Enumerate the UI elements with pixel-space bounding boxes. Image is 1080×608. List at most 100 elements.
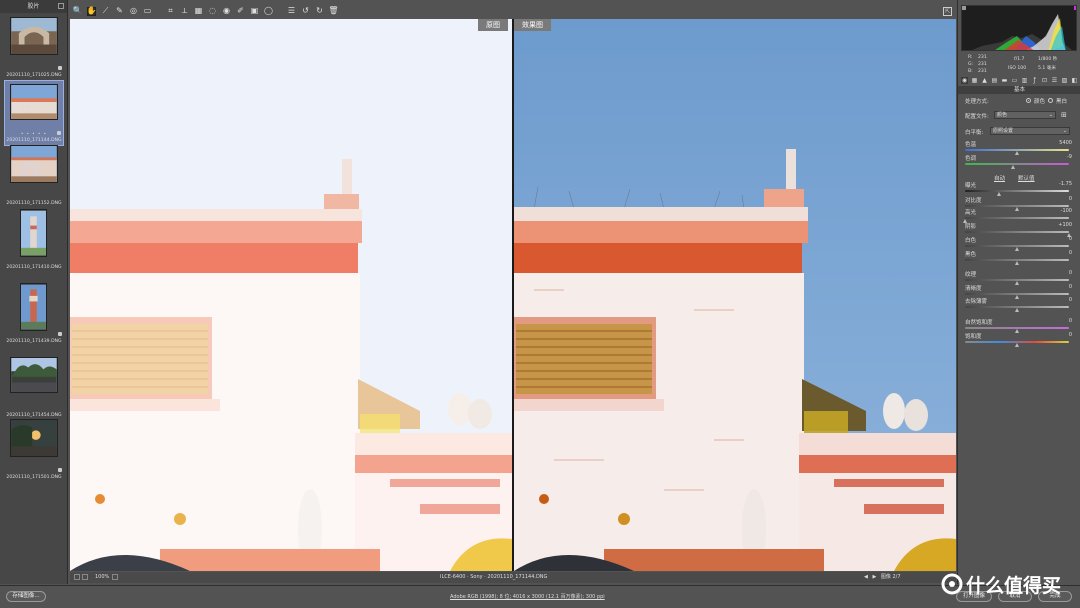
auto-button[interactable]: 自动 — [994, 174, 1005, 182]
before-label: 原图 — [478, 19, 508, 31]
filmstrip-item-selected[interactable]: ♡ • • • • • 20201110_171144.DNG — [4, 80, 64, 146]
slider-value[interactable]: 0 — [1052, 196, 1072, 202]
tab-hsl-icon[interactable]: ▤ — [991, 77, 998, 84]
zoom-out-icon[interactable] — [74, 574, 80, 580]
profile-value: 颜色 — [997, 112, 1008, 118]
camera-raw-window: 胶片 20201110_171025.DNG ♡ • • • • • 20201… — [0, 0, 1080, 608]
slider-handle[interactable] — [1014, 295, 1019, 299]
filmstrip-item[interactable]: 20201110_171501.DNG — [4, 416, 64, 482]
slider-handle[interactable] — [1014, 329, 1019, 333]
zoom-dropdown-icon[interactable] — [112, 574, 118, 580]
image-preview[interactable]: 原图 效果图 — [70, 19, 956, 571]
red-eye-icon[interactable]: ◉ — [222, 7, 231, 16]
fullscreen-toggle-icon[interactable]: ⇱ — [943, 7, 952, 16]
profile-dropdown[interactable]: 颜色 ⌄ — [994, 111, 1056, 119]
filmstrip-item[interactable]: 20201110_171410.DNG — [4, 206, 64, 272]
filmstrip-item[interactable]: 20201110_171454.DNG — [4, 354, 64, 420]
histogram-graph — [962, 6, 1076, 50]
slider-track[interactable] — [965, 231, 1069, 233]
radial-filter-icon[interactable]: ◯ — [264, 7, 273, 16]
slider-track[interactable] — [965, 163, 1069, 165]
slider-value[interactable]: 5400 — [1052, 140, 1072, 146]
tab-detail-icon[interactable]: ▲ — [981, 77, 988, 84]
filmstrip-item[interactable]: 20201110_171025.DNG — [4, 14, 64, 80]
slider-handle[interactable] — [1014, 151, 1019, 155]
slider-value[interactable]: 0 — [1052, 332, 1072, 338]
slider-value[interactable]: 0 — [1052, 297, 1072, 303]
slider-handle[interactable] — [1014, 281, 1019, 285]
filmstrip-item[interactable]: 20201110_171439.DNG — [4, 280, 64, 346]
slider-value[interactable]: -100 — [1052, 208, 1072, 214]
slider-handle[interactable] — [1014, 247, 1019, 251]
slider-handle[interactable] — [1014, 261, 1019, 265]
slider-track[interactable] — [965, 217, 1069, 219]
workflow-options-link[interactable]: Adobe RGB (1998); 8 位; 4016 x 3000 (12.1… — [450, 593, 605, 600]
slider-handle[interactable] — [1011, 165, 1016, 169]
tab-snapshots-icon[interactable]: ▧ — [1061, 77, 1068, 84]
slider-handle[interactable] — [1014, 343, 1019, 347]
filmstrip-menu-icon[interactable] — [58, 3, 64, 9]
slider-value[interactable]: 0 — [1052, 318, 1072, 324]
thumbnail-caption: 20201110_171439.DNG — [6, 339, 62, 344]
slider-value[interactable]: +100 — [1052, 222, 1072, 228]
tab-effects-icon[interactable]: ƒ — [1031, 77, 1038, 84]
treatment-bw-radio[interactable] — [1048, 98, 1053, 103]
rotate-right-icon[interactable]: ↻ — [315, 7, 324, 16]
treatment-color-radio[interactable] — [1026, 98, 1031, 103]
zoom-icon[interactable]: 🔍 — [73, 7, 83, 16]
section-title: 基本 — [958, 86, 1080, 94]
slider-label: 色温 — [965, 142, 977, 148]
rotate-left-icon[interactable]: ↺ — [301, 7, 310, 16]
graduated-filter-icon[interactable]: ▣ — [250, 7, 259, 16]
slider-value[interactable]: -1.75 — [1052, 181, 1072, 187]
slider-value[interactable]: -9 — [1052, 154, 1072, 160]
tab-menu-icon[interactable]: ◧ — [1071, 77, 1078, 84]
zoom-level[interactable]: 100% — [95, 572, 109, 583]
tab-split-toning-icon[interactable]: ▬ — [1001, 77, 1008, 84]
after-view: 效果图 — [514, 19, 956, 571]
default-button[interactable]: 默认值 — [1018, 174, 1035, 182]
slider-handle[interactable] — [1014, 207, 1019, 211]
hand-icon[interactable]: ✋ — [87, 6, 96, 16]
prev-image-button[interactable]: ◀ — [864, 574, 868, 580]
slider-value[interactable]: 0 — [1052, 236, 1072, 242]
profile-browser-icon[interactable]: ⊞ — [1061, 111, 1067, 119]
white-balance-icon[interactable]: ⟋ — [101, 7, 110, 16]
before-view: 原图 — [70, 19, 512, 571]
preferences-icon[interactable]: ☰ — [287, 7, 296, 16]
after-label: 效果图 — [514, 19, 551, 31]
color-sampler-icon[interactable]: ✎ — [115, 7, 124, 16]
slider-handle[interactable] — [1014, 308, 1019, 312]
straighten-icon[interactable]: ⟂ — [180, 7, 189, 16]
ruler-icon[interactable]: ▭ — [143, 7, 152, 16]
tab-transform-icon[interactable]: ▥ — [1021, 77, 1028, 84]
histogram — [961, 5, 1077, 51]
filmstrip-item[interactable]: 20201110_171152.DNG — [4, 142, 64, 208]
edited-badge-icon — [58, 332, 62, 336]
trash-icon[interactable]: 🗑 — [328, 7, 338, 16]
spot-removal-icon[interactable]: ◌ — [208, 7, 217, 16]
rating-stars[interactable]: • • • • • — [5, 131, 63, 136]
slider-handle[interactable] — [996, 192, 1001, 196]
save-image-button[interactable]: 存储图像... — [6, 591, 46, 602]
slider-track[interactable] — [965, 190, 1069, 192]
adjustment-brush-icon[interactable]: ✐ — [236, 7, 245, 16]
tab-lens-icon[interactable]: ▭ — [1011, 77, 1018, 84]
zoom-in-icon[interactable] — [82, 574, 88, 580]
target-adjust-icon[interactable]: ◎ — [129, 7, 138, 16]
slider-label: 纹理 — [965, 272, 977, 278]
tab-basic-icon[interactable]: ◉ — [961, 77, 968, 84]
thumbnail-caption: 20201110_171410.DNG — [6, 265, 62, 270]
tab-presets-icon[interactable]: ☰ — [1051, 77, 1058, 84]
slider-value[interactable]: 0 — [1052, 250, 1072, 256]
g-label: G: — [968, 62, 974, 67]
white-balance-dropdown[interactable]: 原照设置 ⌄ — [990, 127, 1070, 135]
slider-value[interactable]: 0 — [1052, 270, 1072, 276]
slider-label: 去除薄雾 — [965, 299, 988, 305]
slider-value[interactable]: 0 — [1052, 284, 1072, 290]
transform-icon[interactable]: ▦ — [194, 7, 203, 16]
tab-calibration-icon[interactable]: ⊡ — [1041, 77, 1048, 84]
crop-icon[interactable]: ⌗ — [166, 7, 175, 16]
tab-tone-curve-icon[interactable]: ▦ — [971, 77, 978, 84]
next-image-button[interactable]: ▶ — [872, 574, 876, 580]
